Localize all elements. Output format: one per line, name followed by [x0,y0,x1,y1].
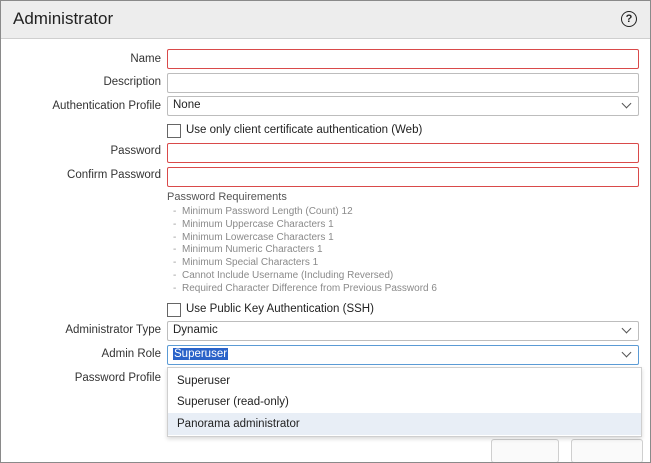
admin-role-dropdown: Superuser Superuser (read-only) Panorama… [167,367,642,437]
auth-profile-label: Authentication Profile [52,100,161,112]
password-requirement-item: Minimum Lowercase Characters 1 [173,232,437,245]
password-requirement-item: Minimum Special Characters 1 [173,257,437,270]
password-profile-label: Password Profile [74,372,161,384]
client-cert-checkbox[interactable] [167,124,181,138]
admin-role-value-wrap: Superuser [173,348,229,360]
administrator-dialog: Administrator ? Name Description Authent… [0,0,651,463]
auth-profile-value: None [173,99,201,111]
ok-button[interactable] [491,439,559,462]
chevron-down-icon [621,323,632,334]
confirm-password-input[interactable] [167,167,639,187]
ssh-checkbox[interactable] [167,303,181,317]
ssh-checkbox-label: Use Public Key Authentication (SSH) [186,303,374,315]
dialog-title: Administrator [13,9,114,28]
password-requirement-item: Minimum Password Length (Count) 12 [173,206,437,219]
chevron-down-icon [621,98,632,109]
admin-type-value: Dynamic [173,324,218,336]
password-requirements-heading: Password Requirements [167,191,287,203]
admin-role-select[interactable]: Superuser [167,345,639,365]
help-icon[interactable]: ? [621,11,637,27]
password-input[interactable] [167,143,639,163]
password-requirement-item: Cannot Include Username (Including Rever… [173,270,437,283]
password-requirement-item: Required Character Difference from Previ… [173,283,437,296]
admin-type-label: Administrator Type [65,324,161,336]
name-input[interactable] [167,49,639,69]
chevron-down-icon [621,347,632,358]
admin-type-select[interactable]: Dynamic [167,321,639,341]
dropdown-option-superuser[interactable]: Superuser [168,370,641,392]
admin-role-label: Admin Role [101,348,161,360]
auth-profile-select[interactable]: None [167,96,639,116]
password-requirement-item: Minimum Numeric Characters 1 [173,244,437,257]
dropdown-option-superuser-read-only[interactable]: Superuser (read-only) [168,391,641,413]
password-label: Password [110,145,162,157]
name-label: Name [130,53,161,65]
dropdown-option-panorama-administrator[interactable]: Panorama administrator [168,413,641,435]
password-requirements-list: Minimum Password Length (Count) 12 Minim… [173,206,437,296]
client-cert-checkbox-label: Use only client certificate authenticati… [186,124,423,136]
description-label: Description [103,76,161,88]
description-input[interactable] [167,73,639,93]
admin-role-value: Superuser [173,348,229,360]
password-requirement-item: Minimum Uppercase Characters 1 [173,219,437,232]
cancel-button[interactable] [571,439,643,462]
confirm-password-label: Confirm Password [67,169,161,181]
dialog-titlebar: Administrator ? [1,1,650,39]
